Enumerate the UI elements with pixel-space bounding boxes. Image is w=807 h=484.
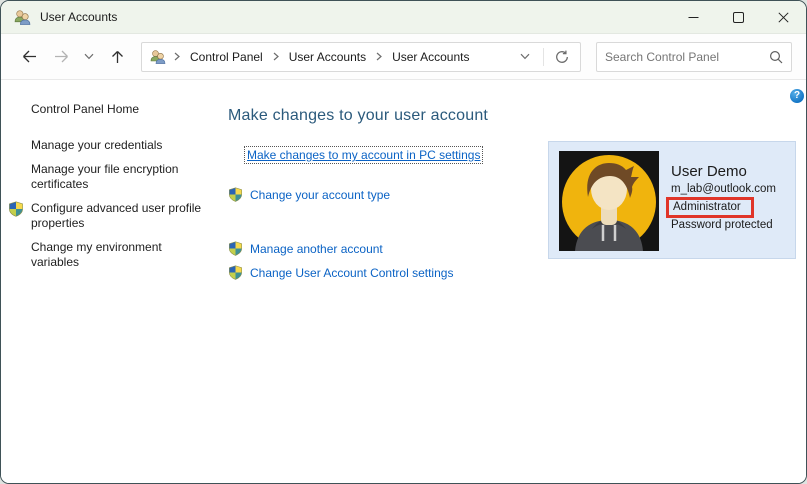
task-manage-another-account: Manage another account xyxy=(228,241,488,256)
maximize-icon xyxy=(733,12,744,23)
window-controls xyxy=(671,1,806,33)
breadcrumb-chevron-icon[interactable] xyxy=(170,50,184,64)
sidebar-item-label: Configure advanced user profile properti… xyxy=(31,201,201,230)
title-bar: User Accounts xyxy=(1,1,806,34)
refresh-icon xyxy=(555,50,569,64)
user-role: Administrator xyxy=(666,197,754,218)
close-button[interactable] xyxy=(761,1,806,33)
sidebar-item-advanced-user-profile[interactable]: Configure advanced user profile properti… xyxy=(31,201,205,231)
close-icon xyxy=(778,12,789,23)
sidebar-item-label: Change my environment variables xyxy=(31,240,162,269)
breadcrumb-user-accounts-2[interactable]: User Accounts xyxy=(386,50,475,64)
back-arrow-icon xyxy=(21,49,38,64)
breadcrumb-control-panel[interactable]: Control Panel xyxy=(184,50,269,64)
sidebar-item-environment-variables[interactable]: Change my environment variables xyxy=(31,240,205,270)
task-change-account-type: Change your account type xyxy=(228,187,488,202)
navigation-toolbar: Control Panel User Accounts User Account… xyxy=(1,34,806,80)
pc-settings-link[interactable]: Make changes to my account in PC setting… xyxy=(244,146,483,164)
user-accounts-breadcrumb-icon xyxy=(150,49,166,65)
user-name: User Demo xyxy=(671,163,776,180)
back-button[interactable] xyxy=(13,42,45,72)
uac-shield-icon xyxy=(228,241,243,256)
user-meta: User Demo m_lab@outlook.com Administrato… xyxy=(671,163,776,231)
breadcrumb-chevron-icon[interactable] xyxy=(269,50,283,64)
task-pc-settings: Make changes to my account in PC setting… xyxy=(244,146,488,164)
sidebar-item-file-encryption-certificates[interactable]: Manage your file encryption certificates xyxy=(31,162,205,192)
window-title: User Accounts xyxy=(40,10,671,24)
sidebar-item-label: Manage your file encryption certificates xyxy=(31,162,178,191)
minimize-icon xyxy=(688,12,699,23)
change-uac-settings-link[interactable]: Change User Account Control settings xyxy=(250,266,453,280)
page-body: Control Panel Home Manage your credentia… xyxy=(1,80,806,484)
user-role-highlight: Administrator xyxy=(666,197,776,218)
help-button[interactable]: ? xyxy=(790,89,804,103)
user-accounts-window: User Accounts Con xyxy=(0,0,807,484)
address-divider xyxy=(543,48,544,66)
address-dropdown-button[interactable] xyxy=(511,44,539,70)
avatar-illustration xyxy=(559,150,659,252)
chevron-down-icon xyxy=(520,53,530,60)
main-content: Make changes to your user account Make c… xyxy=(228,80,488,280)
user-email: m_lab@outlook.com xyxy=(671,183,776,195)
forward-arrow-icon xyxy=(53,49,70,64)
password-protected-label: Password protected xyxy=(671,219,776,231)
search-input[interactable] xyxy=(605,50,769,64)
sidebar-item-label: Control Panel Home xyxy=(31,102,139,116)
address-bar[interactable]: Control Panel User Accounts User Account… xyxy=(141,42,581,72)
breadcrumb-chevron-icon[interactable] xyxy=(372,50,386,64)
sidebar-item-control-panel-home[interactable]: Control Panel Home xyxy=(31,102,205,117)
page-title: Make changes to your user account xyxy=(228,107,488,125)
user-avatar xyxy=(559,150,659,252)
up-button[interactable] xyxy=(101,42,133,72)
breadcrumb-user-accounts[interactable]: User Accounts xyxy=(283,50,372,64)
uac-shield-icon xyxy=(228,187,243,202)
chevron-down-icon xyxy=(84,53,94,60)
search-box xyxy=(596,42,792,72)
minimize-button[interactable] xyxy=(671,1,716,33)
uac-shield-icon xyxy=(228,265,243,280)
user-accounts-app-icon xyxy=(14,9,31,26)
refresh-button[interactable] xyxy=(548,44,576,70)
uac-shield-icon xyxy=(8,201,24,217)
up-arrow-icon xyxy=(110,49,125,65)
manage-another-account-link[interactable]: Manage another account xyxy=(250,242,383,256)
task-change-uac-settings: Change User Account Control settings xyxy=(228,265,488,280)
user-info-panel: User Demo m_lab@outlook.com Administrato… xyxy=(548,141,796,259)
sidebar-item-label: Manage your credentials xyxy=(31,138,162,152)
sidebar: Control Panel Home Manage your credentia… xyxy=(1,80,223,270)
recent-locations-button[interactable] xyxy=(77,42,101,72)
sidebar-item-manage-credentials[interactable]: Manage your credentials xyxy=(31,138,205,153)
forward-button[interactable] xyxy=(45,42,77,72)
change-account-type-link[interactable]: Change your account type xyxy=(250,188,390,202)
search-icon[interactable] xyxy=(769,50,783,64)
maximize-button[interactable] xyxy=(716,1,761,33)
